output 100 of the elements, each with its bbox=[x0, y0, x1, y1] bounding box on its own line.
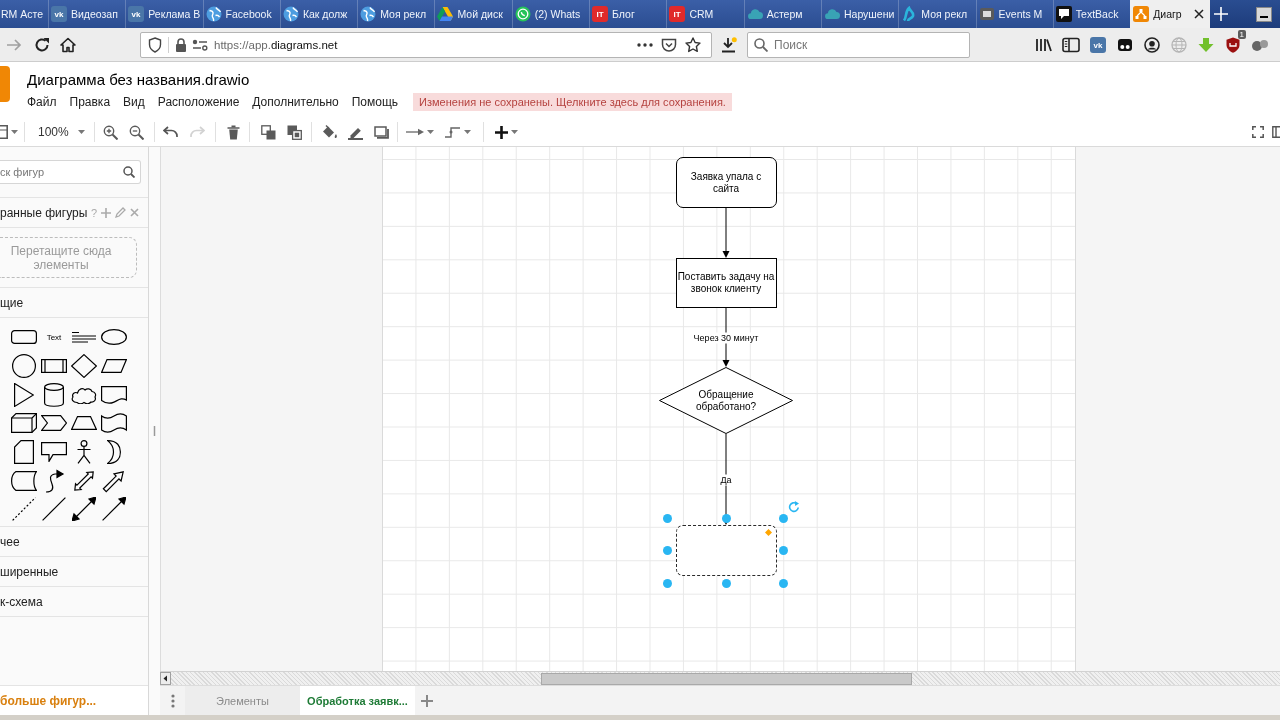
browser-tab[interactable]: vk Видеозап bbox=[48, 0, 126, 28]
line-icon[interactable] bbox=[42, 497, 66, 522]
dashed-line-icon[interactable] bbox=[12, 497, 36, 522]
menu-item[interactable]: Вид bbox=[123, 95, 145, 109]
resize-handle-icon[interactable] bbox=[663, 578, 672, 588]
rounded-node[interactable]: Заявка упала с сайта bbox=[675, 157, 777, 208]
plus-icon[interactable] bbox=[494, 125, 508, 139]
circles-icon[interactable] bbox=[1251, 37, 1269, 52]
cylinder-icon[interactable] bbox=[44, 382, 64, 407]
menu-item[interactable]: Расположение bbox=[157, 95, 240, 109]
menu-item[interactable]: Правка bbox=[69, 95, 111, 109]
ellipse-icon[interactable] bbox=[101, 329, 127, 346]
more-horizontal-icon[interactable] bbox=[637, 42, 653, 47]
extension-button[interactable]: vk bbox=[1090, 36, 1106, 53]
diamond-icon[interactable] bbox=[71, 354, 97, 379]
text-block-icon[interactable] bbox=[71, 331, 97, 344]
shield-icon[interactable] bbox=[1226, 36, 1240, 53]
browser-tab[interactable]: RM Асте bbox=[0, 0, 48, 28]
panel-icon[interactable] bbox=[1272, 126, 1280, 138]
resize-handle-icon[interactable] bbox=[721, 513, 731, 523]
connector-arrow[interactable] bbox=[720, 208, 732, 258]
block-arrow-icon[interactable] bbox=[102, 468, 126, 493]
fullscreen-icon[interactable] bbox=[1252, 126, 1264, 138]
step-icon[interactable] bbox=[41, 415, 67, 432]
cloud-icon[interactable] bbox=[71, 385, 97, 404]
download-icon[interactable] bbox=[721, 36, 737, 53]
resize-handle-icon[interactable] bbox=[779, 513, 788, 523]
edge-label[interactable]: Через 30 минут bbox=[692, 332, 760, 343]
cube-icon[interactable] bbox=[11, 413, 37, 434]
section-header[interactable]: щие bbox=[0, 287, 148, 317]
decision-node[interactable]: Обращение обработано? bbox=[659, 367, 793, 434]
browser-tab[interactable]: Нарушени bbox=[820, 0, 899, 28]
data-storage-icon[interactable] bbox=[11, 470, 37, 491]
process-node[interactable]: Поставить задачу на звонок клиенту bbox=[675, 258, 777, 308]
section-header[interactable]: чее bbox=[0, 526, 148, 556]
shadow-icon[interactable] bbox=[373, 125, 389, 139]
bring-to-front-icon[interactable] bbox=[260, 124, 276, 140]
process-icon[interactable] bbox=[41, 359, 67, 374]
minimize-icon[interactable] bbox=[1256, 6, 1272, 22]
resize-handle-icon[interactable] bbox=[663, 513, 672, 523]
browser-tab[interactable]: Астерм bbox=[743, 0, 821, 28]
bidirectional-arrow-icon[interactable] bbox=[72, 497, 96, 522]
crescent-icon[interactable] bbox=[107, 440, 121, 465]
browser-tab[interactable]: IT CRM bbox=[666, 0, 744, 28]
horizontal-scrollbar[interactable] bbox=[160, 671, 1280, 685]
parallelogram-icon[interactable] bbox=[101, 359, 127, 374]
callout-icon[interactable] bbox=[41, 442, 67, 463]
page-tab[interactable]: Обработка заявк... bbox=[300, 686, 415, 715]
resize-handle-icon[interactable] bbox=[779, 578, 788, 588]
arrow-icon[interactable] bbox=[102, 497, 126, 522]
caret-icon[interactable] bbox=[464, 130, 471, 134]
resize-handle-icon[interactable] bbox=[663, 546, 672, 555]
browser-tab[interactable]: Моя рекл bbox=[357, 0, 435, 28]
star-icon[interactable] bbox=[685, 36, 701, 53]
rotate-handle-icon[interactable] bbox=[787, 501, 800, 513]
home-icon[interactable] bbox=[60, 36, 76, 53]
zoom-out-icon[interactable] bbox=[128, 124, 144, 140]
menu-item[interactable]: Помощь bbox=[351, 95, 399, 109]
text-shape[interactable]: Text bbox=[46, 332, 62, 342]
browser-tab[interactable]: vk Реклама В bbox=[125, 0, 203, 28]
resize-handle-icon[interactable] bbox=[721, 578, 731, 588]
circle-icon[interactable] bbox=[12, 354, 36, 379]
pocket-icon[interactable] bbox=[661, 37, 677, 52]
arrow-connector-icon[interactable] bbox=[406, 127, 424, 137]
browser-tab[interactable]: Как долж bbox=[279, 0, 358, 28]
edge-label[interactable]: Да bbox=[719, 474, 733, 485]
actor-icon[interactable] bbox=[76, 440, 92, 465]
trash-icon[interactable] bbox=[226, 124, 240, 140]
resize-handle-icon[interactable] bbox=[779, 546, 788, 555]
browser-tab[interactable]: Facebook bbox=[202, 0, 280, 28]
section-header[interactable]: к-схема bbox=[0, 586, 148, 617]
browser-tab[interactable]: TextBack bbox=[1052, 0, 1131, 28]
corner-handle-icon[interactable] bbox=[765, 528, 772, 536]
browser-tab[interactable]: IT Блог bbox=[589, 0, 667, 28]
splitter-handle-icon[interactable] bbox=[153, 426, 156, 436]
browser-tab[interactable]: Моя рекл bbox=[898, 0, 976, 28]
section-header[interactable]: ширенные bbox=[0, 556, 148, 586]
caret-icon[interactable] bbox=[427, 130, 434, 134]
account-icon[interactable] bbox=[1144, 36, 1160, 53]
caret-icon[interactable] bbox=[11, 130, 18, 134]
shape-search-field[interactable]: ск фигур bbox=[0, 160, 141, 184]
lock-icon[interactable] bbox=[175, 37, 187, 52]
permissions-icon[interactable] bbox=[192, 38, 208, 51]
panel-icon[interactable] bbox=[0, 125, 8, 139]
sidebar-icon[interactable] bbox=[1062, 36, 1080, 53]
document-icon[interactable] bbox=[101, 385, 127, 404]
double-arrow-icon[interactable] bbox=[72, 468, 96, 493]
unsaved-changes-notice[interactable]: Изменения не сохранены. Щелкните здесь для сохранения. bbox=[413, 93, 732, 111]
caret-icon[interactable] bbox=[510, 130, 518, 134]
rounded-rectangle-icon[interactable] bbox=[11, 330, 37, 345]
menu-item[interactable]: Дополнительно bbox=[252, 95, 339, 109]
paint-bucket-icon[interactable] bbox=[320, 124, 338, 140]
document-title[interactable]: Диаграмма без названия.drawio bbox=[27, 71, 732, 88]
undo-icon[interactable] bbox=[163, 126, 179, 138]
triangle-icon[interactable] bbox=[14, 382, 34, 407]
shield-icon[interactable] bbox=[148, 36, 162, 53]
library-icon[interactable] bbox=[1035, 36, 1053, 53]
mask-icon[interactable] bbox=[1117, 36, 1133, 53]
reload-icon[interactable] bbox=[34, 36, 50, 53]
send-to-back-icon[interactable] bbox=[286, 124, 302, 140]
